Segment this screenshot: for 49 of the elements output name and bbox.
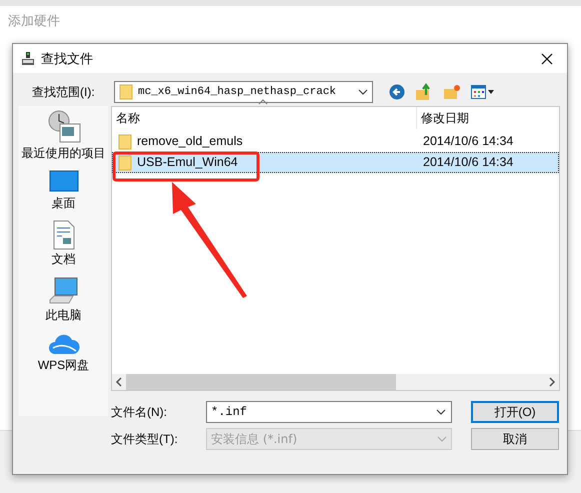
folder-up-icon — [415, 83, 433, 101]
folder-icon — [119, 84, 133, 100]
cloud-icon — [48, 332, 80, 356]
view-grid-icon — [471, 84, 495, 100]
back-button[interactable] — [387, 84, 407, 100]
chevron-icon — [437, 436, 447, 442]
folder-icon — [118, 134, 132, 150]
window-title: 添加硬件 — [8, 12, 60, 30]
file-row[interactable]: remove_old_emuls 2014/10/6 14:34 — [112, 131, 559, 152]
look-in-label: 查找范围(I): — [31, 84, 96, 101]
horizontal-scrollbar[interactable] — [112, 374, 559, 390]
back-icon — [389, 84, 405, 100]
desktop-icon — [48, 170, 78, 194]
chevron-icon — [436, 409, 446, 415]
new-folder-button[interactable] — [441, 84, 463, 100]
look-in-dropdown[interactable]: mc_x6_win64_hasp_nethasp_crack — [114, 81, 373, 103]
close-icon — [541, 52, 553, 64]
column-header[interactable]: 修改日期 — [416, 107, 556, 129]
place-label: 此电脑 — [46, 307, 82, 324]
computer-icon — [48, 276, 78, 306]
file-name: USB-Emul_Win64 — [137, 154, 238, 172]
chevron-icon — [358, 89, 368, 95]
file-name-label: 文件名(N): — [111, 404, 168, 421]
file-name: remove_old_emuls — [137, 133, 243, 150]
file-row[interactable]: USB-Emul_Win64 2014/10/6 14:34 — [112, 152, 559, 173]
document-icon — [52, 220, 76, 250]
file-type-label: 文件类型(T): — [111, 431, 179, 448]
place-label: 桌面 — [52, 195, 76, 212]
scanner-icon — [21, 52, 35, 66]
column-header[interactable]: 名称 — [112, 107, 416, 129]
new-folder-icon — [443, 84, 461, 100]
place-label: 最近使用的项目 — [22, 145, 106, 162]
dialog-title: 查找文件 — [41, 50, 93, 68]
places-item[interactable]: 最近使用的项目 — [22, 110, 106, 162]
places-item[interactable]: 此电脑 — [46, 276, 82, 324]
scrollbar-thumb[interactable] — [126, 374, 396, 390]
places-item[interactable]: 文档 — [52, 220, 76, 268]
places-item[interactable]: 桌面 — [48, 170, 78, 212]
folder-icon — [118, 154, 132, 170]
file-name-field[interactable]: *.inf — [206, 401, 452, 423]
place-label: 文档 — [52, 251, 76, 268]
open-button[interactable]: 打开(O) — [471, 401, 559, 423]
modified-date: 2014/10/6 14:34 — [422, 154, 514, 172]
recent-items-icon — [46, 110, 80, 144]
cancel-button[interactable]: 取消 — [471, 428, 559, 450]
place-label: WPS网盘 — [38, 357, 90, 374]
modified-date: 2014/10/6 14:34 — [422, 133, 514, 150]
view-menu-button[interactable] — [469, 84, 497, 100]
places-item[interactable]: WPS网盘 — [38, 332, 90, 374]
